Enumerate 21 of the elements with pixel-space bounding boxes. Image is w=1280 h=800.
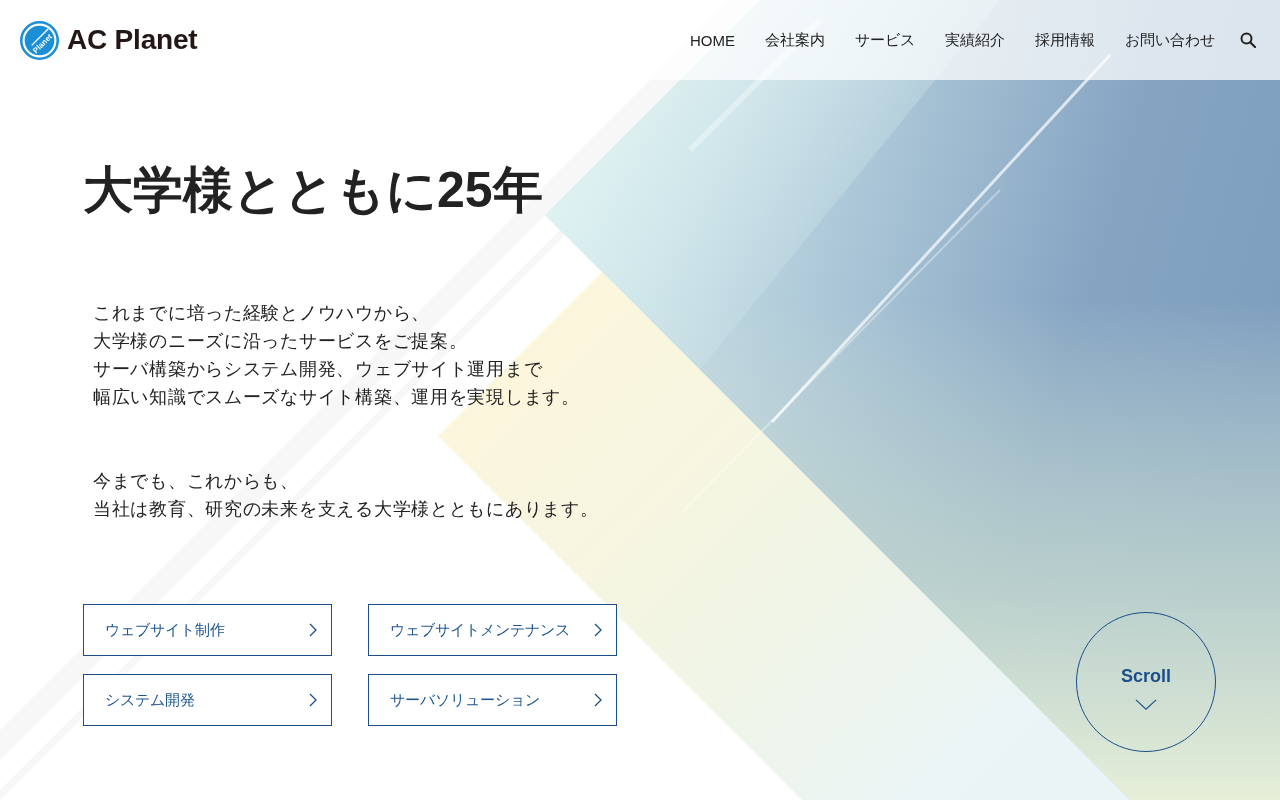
nav-link[interactable]: お問い合わせ <box>1125 30 1215 50</box>
nav-link[interactable]: 採用情報 <box>1035 30 1095 50</box>
nav-link[interactable]: HOME <box>690 31 735 49</box>
hero-paragraph: これまでに培った経験とノウハウから、 大学様のニーズに沿ったサービスをご提案。 サーバ構築からシステム開発、ウェブサイト運用まで 幅広い知識でスムーズなサイト構築、運用を実現します。 <box>93 302 580 409</box>
chevron-right-icon <box>309 623 317 637</box>
service-link[interactable]: ウェブサイト制作 <box>83 604 332 656</box>
search-icon <box>1240 32 1256 48</box>
chevron-right-icon <box>594 623 602 637</box>
chevron-down-icon <box>1135 699 1157 710</box>
nav-link[interactable]: 会社案内 <box>765 30 825 50</box>
hero-heading: 大学様とともに25年 <box>83 161 543 220</box>
nav-link[interactable]: 実績紹介 <box>945 30 1005 50</box>
chevron-right-icon <box>309 693 317 707</box>
nav-link[interactable]: サービス <box>855 30 915 50</box>
search-button[interactable] <box>1240 32 1256 48</box>
hero-paragraph: 今までも、これからも、 当社は教育、研究の未来を支える大学様とともにあります。 <box>93 470 599 521</box>
service-link[interactable]: サーバソリューション <box>368 674 617 726</box>
service-link[interactable]: システム開発 <box>83 674 332 726</box>
service-link[interactable]: ウェブサイトメンテナンス <box>368 604 617 656</box>
logo-text[interactable]: AC Planet <box>67 24 198 56</box>
chevron-right-icon <box>594 693 602 707</box>
